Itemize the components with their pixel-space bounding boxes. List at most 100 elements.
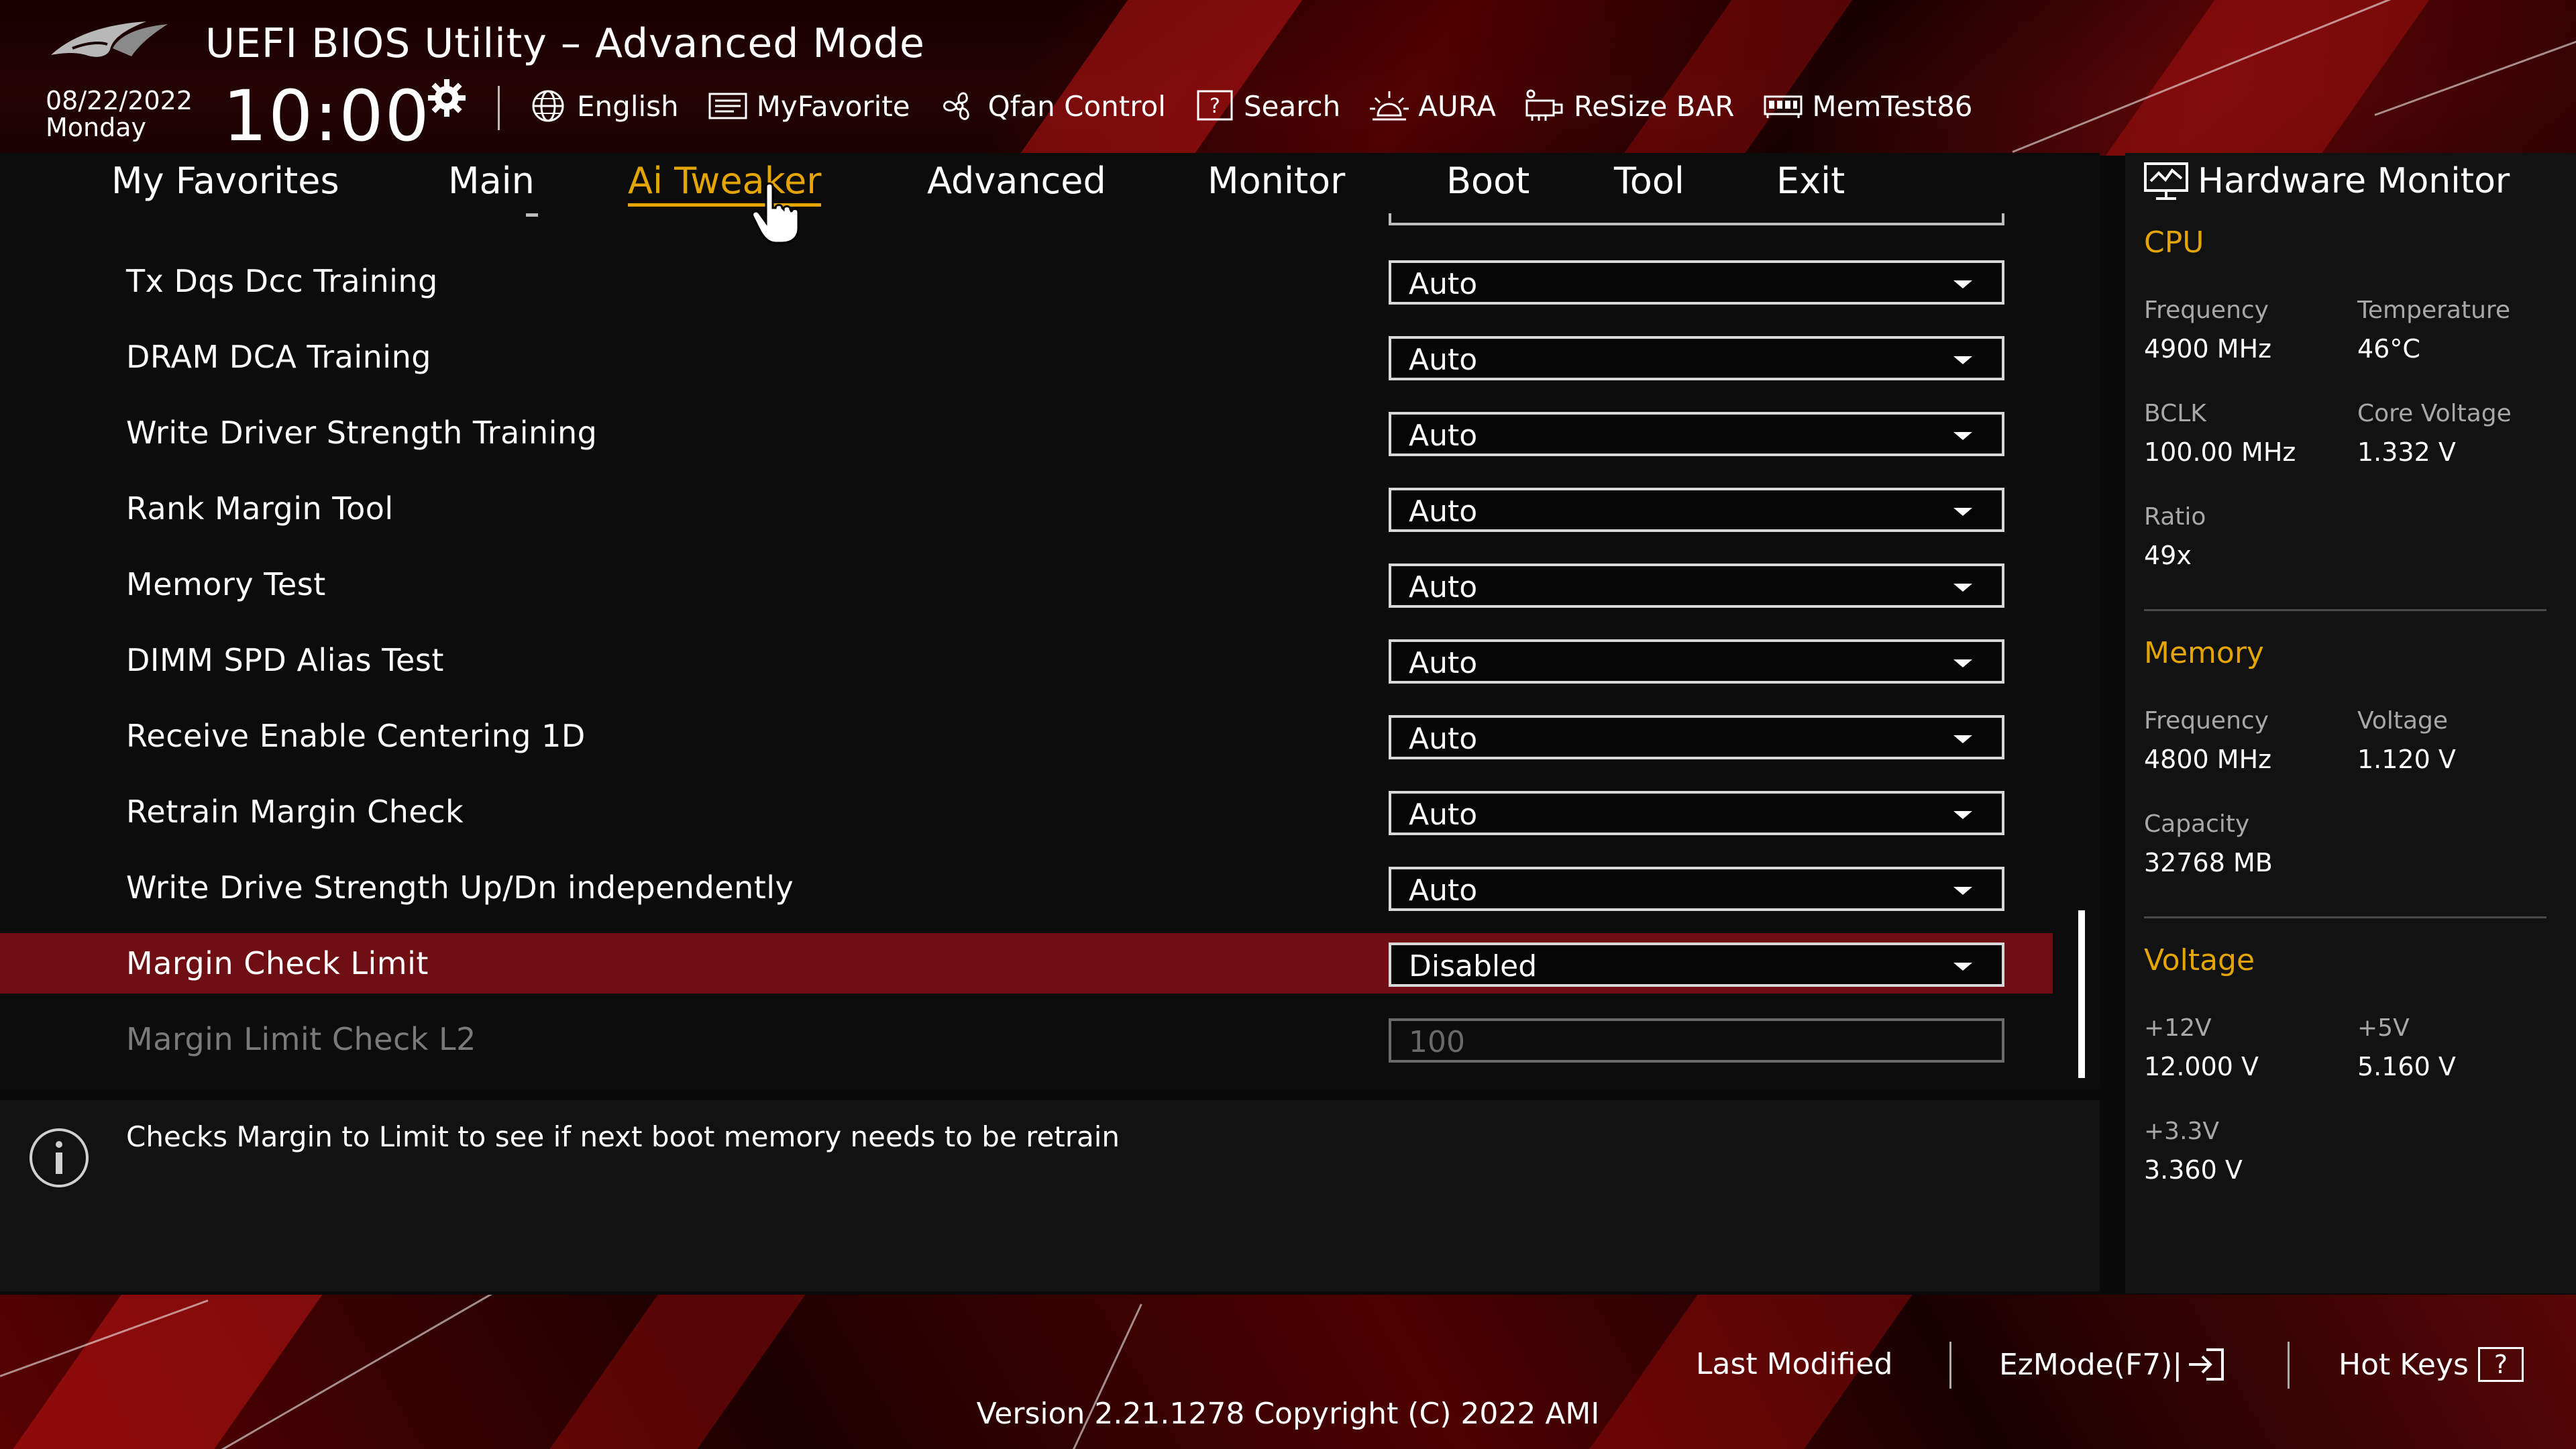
tab-tool[interactable]: Tool: [1614, 160, 1684, 202]
search-button[interactable]: ? Search: [1194, 89, 1340, 123]
setting-label: DRAM DCA Training: [126, 339, 431, 375]
capacity-value: 32768 MB: [2144, 848, 2273, 877]
v5-label: +5V: [2357, 1014, 2410, 1042]
v33-label: +3.3V: [2144, 1118, 2220, 1145]
ratio-label: Ratio: [2144, 503, 2206, 531]
ezmode-label: EzMode(F7)|: [1999, 1347, 2183, 1382]
setting-row-selected[interactable]: Margin Check Limit Disabled: [0, 933, 2053, 994]
setting-dropdown[interactable]: Auto: [1389, 488, 2004, 532]
aura-label: AURA: [1418, 89, 1496, 123]
search-help-icon: ?: [1197, 90, 1233, 121]
dropdown-arrow-icon: [1953, 280, 1972, 288]
setting-row[interactable]: Write Drive Strength Up/Dn independently…: [0, 857, 2053, 918]
setting-dropdown[interactable]: Auto: [1389, 715, 2004, 759]
setting-row[interactable]: Write Driver Strength Training Auto: [0, 402, 2053, 463]
partial-select-above: [1389, 213, 2004, 225]
v12-label: +12V: [2144, 1014, 2212, 1042]
footer-divider: [1949, 1342, 1951, 1389]
aura-button[interactable]: AURA: [1368, 89, 1496, 123]
cpu-temperature-label: Temperature: [2357, 297, 2511, 324]
toolbar: English MyFavorite Qfan Control ? Search: [527, 86, 2001, 126]
resize-bar-button[interactable]: ReSize BAR: [1524, 89, 1734, 123]
setting-dropdown[interactable]: Auto: [1389, 867, 2004, 911]
hardware-monitor-header: Hardware Monitor: [2143, 161, 2510, 201]
setting-dropdown[interactable]: Disabled: [1389, 943, 2004, 987]
favorite-list-icon: [708, 93, 747, 119]
day-display: Monday: [46, 113, 147, 142]
dropdown-value: Auto: [1409, 798, 1478, 832]
setting-row[interactable]: Rank Margin Tool Auto: [0, 478, 2053, 539]
bclk-value: 100.00 MHz: [2144, 437, 2296, 467]
monitor-icon: [2144, 162, 2188, 200]
setting-dropdown[interactable]: Auto: [1389, 412, 2004, 456]
setting-dropdown[interactable]: Auto: [1389, 791, 2004, 835]
memory-frequency-value: 4800 MHz: [2144, 745, 2272, 774]
dropdown-value: Disabled: [1409, 949, 1538, 983]
rog-logo: [51, 21, 168, 57]
search-label: Search: [1243, 89, 1341, 123]
dropdown-value: Auto: [1409, 419, 1478, 453]
hotkeys-button[interactable]: Hot Keys ?: [2339, 1347, 2524, 1382]
dropdown-arrow-icon: [1953, 508, 1972, 516]
info-icon: [30, 1128, 89, 1187]
setting-label: Write Drive Strength Up/Dn independently: [126, 869, 794, 906]
setting-dropdown[interactable]: Auto: [1389, 564, 2004, 608]
tab-boot[interactable]: Boot: [1446, 160, 1529, 202]
settings-panel: Tx Dqs Dcc Training Auto DRAM DCA Traini…: [0, 213, 2100, 1089]
cpu-frequency-value: 4900 MHz: [2144, 334, 2272, 364]
dropdown-value: Auto: [1409, 873, 1478, 908]
myfavorite-label: MyFavorite: [756, 89, 910, 123]
svg-text:?: ?: [1210, 95, 1220, 118]
v33-value: 3.360 V: [2144, 1155, 2243, 1185]
memory-module-icon: [1764, 95, 1803, 118]
section-divider: [2144, 916, 2546, 918]
resize-bar-icon: [1525, 89, 1563, 121]
dropdown-value: Auto: [1409, 494, 1478, 529]
scrollbar[interactable]: [2078, 910, 2085, 1078]
ezmode-button[interactable]: EzMode(F7)|: [1999, 1347, 2226, 1382]
setting-input-disabled: 100: [1389, 1018, 2004, 1063]
help-text: Checks Margin to Limit to see if next bo…: [126, 1120, 1120, 1153]
bclk-label: BCLK: [2144, 400, 2206, 427]
v5-value: 5.160 V: [2357, 1052, 2456, 1081]
myfavorite-button[interactable]: MyFavorite: [707, 89, 910, 123]
cpu-heading: CPU: [2144, 225, 2204, 260]
version-info: Version 2.21.1278 Copyright (C) 2022 AMI: [976, 1397, 1600, 1431]
last-modified-button[interactable]: Last Modified: [1696, 1347, 1892, 1381]
core-voltage-value: 1.332 V: [2357, 437, 2456, 467]
globe-icon: [532, 90, 564, 122]
tab-monitor[interactable]: Monitor: [1208, 160, 1345, 202]
cpu-frequency-label: Frequency: [2144, 297, 2269, 324]
tab-exit[interactable]: Exit: [1776, 160, 1845, 202]
setting-row[interactable]: DIMM SPD Alias Test Auto: [0, 630, 2053, 690]
setting-row[interactable]: DRAM DCA Training Auto: [0, 327, 2053, 387]
memory-frequency-label: Frequency: [2144, 707, 2269, 735]
setting-dropdown[interactable]: Auto: [1389, 260, 2004, 305]
tab-my-favorites[interactable]: My Favorites: [111, 160, 339, 202]
memtest-label: MemTest86: [1812, 89, 1973, 123]
dropdown-arrow-icon: [1953, 887, 1972, 895]
tab-main[interactable]: Main: [448, 160, 535, 202]
memory-heading: Memory: [2144, 636, 2264, 670]
setting-dropdown[interactable]: Auto: [1389, 336, 2004, 380]
setting-row[interactable]: Memory Test Auto: [0, 554, 2053, 614]
footer-divider: [2288, 1342, 2290, 1389]
dropdown-arrow-icon: [1953, 584, 1972, 592]
qfan-control-button[interactable]: Qfan Control: [938, 89, 1166, 123]
setting-label: Margin Limit Check L2: [126, 1021, 476, 1057]
hotkeys-label: Hot Keys: [2339, 1347, 2469, 1382]
setting-row[interactable]: Retrain Margin Check Auto: [0, 782, 2053, 842]
setting-row[interactable]: Receive Enable Centering 1D Auto: [0, 706, 2053, 766]
dropdown-arrow-icon: [1953, 811, 1972, 819]
language-button[interactable]: English: [527, 89, 679, 123]
setting-row[interactable]: Tx Dqs Dcc Training Auto: [0, 251, 2053, 311]
date-display: 08/22/2022: [46, 86, 193, 115]
voltage-heading: Voltage: [2144, 943, 2255, 977]
setting-label: Retrain Margin Check: [126, 794, 464, 830]
gear-icon[interactable]: [427, 78, 467, 118]
setting-dropdown[interactable]: Auto: [1389, 639, 2004, 684]
help-key-icon: ?: [2477, 1347, 2524, 1382]
memtest-button[interactable]: MemTest86: [1762, 89, 1973, 123]
partial-label-above: [526, 213, 538, 217]
tab-advanced[interactable]: Advanced: [927, 160, 1106, 202]
